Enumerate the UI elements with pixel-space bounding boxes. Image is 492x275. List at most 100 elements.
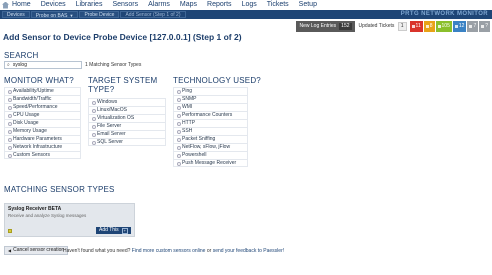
list-item[interactable]: Push Message Receiver — [173, 159, 248, 167]
updated-tickets-button[interactable]: Updated Tickets 1 — [358, 21, 407, 31]
footer-prefix: Haven't found what you need? — [63, 248, 131, 254]
nav-logs[interactable]: Logs — [242, 0, 257, 10]
search-icon: ⌕ — [7, 62, 10, 68]
chevron-down-icon: ▼ — [69, 13, 74, 18]
footer-mid: or — [206, 248, 212, 254]
nav-setup[interactable]: Setup — [299, 0, 317, 10]
add-this-label: Add This — [99, 227, 119, 233]
target-system-heading: TARGET SYSTEM TYPE? — [88, 76, 157, 94]
list-item[interactable]: Virtualization OS — [88, 114, 166, 122]
list-item[interactable]: Performance Counters — [173, 111, 248, 119]
list-item[interactable]: Network Infrastructure — [4, 143, 81, 151]
search-value: syslog — [12, 62, 27, 68]
brand-logo: PRTG NETWORK MONITOR — [400, 11, 488, 17]
syslog-icon — [8, 229, 12, 233]
list-item[interactable]: Packet Sniffing — [173, 135, 248, 143]
breadcrumb-devices[interactable]: Devices — [2, 11, 30, 18]
status-badge-value: 105 — [441, 22, 450, 29]
status-badge-up[interactable]: 105 — [435, 20, 452, 32]
nav-reports[interactable]: Reports — [207, 0, 232, 10]
list-item[interactable]: WMI — [173, 103, 248, 111]
find-custom-sensors-link[interactable]: Find more custom sensors online — [132, 248, 206, 254]
status-badge-value: 11 — [415, 22, 421, 29]
search-row: ⌕ syslog 1 Matching Sensor Types — [4, 61, 141, 69]
sensor-type-card[interactable]: Syslog Receiver BETA Receive and analyze… — [4, 203, 135, 237]
breadcrumb: Devices Probe on BAS ▼ Probe Device Add S… — [0, 10, 492, 19]
nav-maps[interactable]: Maps — [180, 0, 197, 10]
target-system-heading-line1: TARGET SYSTEM — [88, 76, 158, 85]
page-title: Add Sensor to Device Probe Device [127.0… — [3, 32, 242, 42]
status-badge-unknown[interactable]: ? — [479, 20, 490, 32]
status-square-icon — [454, 24, 458, 28]
breadcrumb-current: Add Sensor (Step 1 of 2) — [120, 11, 186, 18]
add-this-button[interactable]: Add This + — [96, 227, 131, 234]
chevron-left-icon: ◀ — [8, 248, 12, 253]
monitor-what-heading: MONITOR WHAT? — [4, 76, 74, 85]
list-item[interactable]: Powershell — [173, 151, 248, 159]
breadcrumb-label: Probe on BAS — [35, 13, 68, 19]
updated-tickets-count: 1 — [397, 21, 407, 31]
status-square-icon — [481, 24, 485, 28]
list-item[interactable]: Windows — [88, 98, 166, 106]
breadcrumb-probe[interactable]: Probe on BAS ▼ — [30, 11, 79, 19]
status-bar: New Log Entries 152 Updated Tickets 1 11… — [296, 20, 490, 32]
list-item[interactable]: SSH — [173, 127, 248, 135]
list-item[interactable]: File Server — [88, 122, 166, 130]
list-item[interactable]: CPU Usage — [4, 111, 81, 119]
target-system-heading-line2: TYPE? — [88, 85, 115, 94]
search-input[interactable]: ⌕ syslog — [4, 61, 82, 69]
list-item[interactable]: Custom Sensors — [4, 151, 81, 159]
matching-heading: MATCHING SENSOR TYPES — [4, 185, 115, 194]
sensor-type-description: Receive and analyze Syslog messages — [8, 213, 87, 218]
nav-home[interactable]: Home — [12, 0, 31, 10]
technology-heading: TECHNOLOGY USED? — [173, 76, 261, 85]
send-feedback-link[interactable]: send your feedback to Paessler! — [213, 248, 284, 254]
status-badge-unusual[interactable]: 7 — [467, 20, 479, 32]
cancel-button[interactable]: ◀ Cancel sensor creation — [4, 246, 69, 255]
status-badge-value: 12 — [458, 22, 465, 29]
target-system-list: Windows Linux/MacOS Virtualization OS Fi… — [88, 98, 166, 146]
updated-tickets-label: Updated Tickets — [358, 22, 395, 29]
nav-libraries[interactable]: Libraries — [76, 0, 103, 10]
breadcrumb-label: Add Sensor (Step 1 of 2) — [125, 12, 181, 18]
status-badge-value: 7 — [473, 22, 477, 29]
list-item[interactable]: Hardware Parameters — [4, 135, 81, 143]
status-square-icon — [411, 24, 415, 28]
status-square-icon — [437, 24, 441, 28]
breadcrumb-label: Probe Device — [84, 12, 115, 18]
status-badge-value: ? — [485, 22, 488, 29]
status-square-icon — [425, 24, 429, 28]
list-item[interactable]: Speed/Performance — [4, 103, 81, 111]
nav-sensors[interactable]: Sensors — [112, 0, 138, 10]
list-item[interactable]: Bandwidth/Traffic — [4, 95, 81, 103]
status-badge-paused[interactable]: 12 — [452, 20, 467, 32]
status-badge-value: 8 — [429, 22, 433, 29]
new-log-entries-button[interactable]: New Log Entries 152 — [296, 20, 355, 32]
list-item[interactable]: HTTP — [173, 119, 248, 127]
top-navigation: Home Devices Libraries Sensors Alarms Ma… — [0, 0, 492, 10]
sensor-type-title: Syslog Receiver BETA — [8, 206, 62, 212]
list-item[interactable]: SNMP — [173, 95, 248, 103]
breadcrumb-device[interactable]: Probe Device — [79, 11, 120, 18]
list-item[interactable]: Email Server — [88, 130, 166, 138]
match-count: 1 Matching Sensor Types — [85, 62, 142, 68]
status-badge-warning[interactable]: 8 — [423, 20, 435, 32]
list-item[interactable]: Availability/Uptime — [4, 87, 81, 95]
status-badge-down[interactable]: 11 — [409, 20, 423, 32]
search-heading: SEARCH — [4, 51, 39, 60]
list-item[interactable]: Linux/MacOS — [88, 106, 166, 114]
new-log-label: New Log Entries — [299, 22, 337, 29]
list-item[interactable]: SQL Server — [88, 138, 166, 146]
list-item[interactable]: Memory Usage — [4, 127, 81, 135]
list-item[interactable]: Disk Usage — [4, 119, 81, 127]
list-item[interactable]: NetFlow, sFlow, jFlow — [173, 143, 248, 151]
nav-alarms[interactable]: Alarms — [148, 0, 170, 10]
technology-list: Ping SNMP WMI Performance Counters HTTP … — [173, 87, 248, 167]
home-icon[interactable] — [2, 1, 9, 9]
nav-tickets[interactable]: Tickets — [267, 0, 289, 10]
breadcrumb-label: Devices — [7, 12, 25, 18]
list-item[interactable]: Ping — [173, 87, 248, 95]
monitor-what-list: Availability/Uptime Bandwidth/Traffic Sp… — [4, 87, 81, 159]
nav-devices[interactable]: Devices — [41, 0, 66, 10]
footer-help-text: Haven't found what you need? Find more c… — [63, 248, 284, 254]
